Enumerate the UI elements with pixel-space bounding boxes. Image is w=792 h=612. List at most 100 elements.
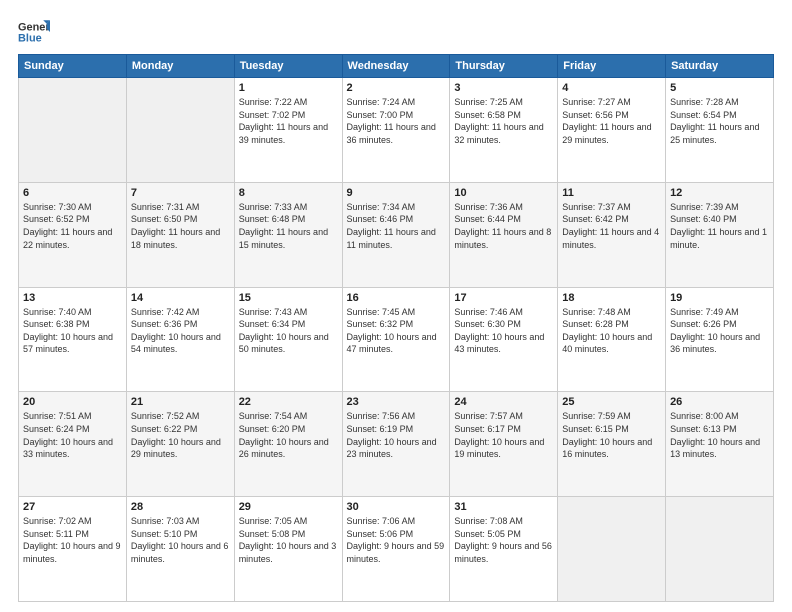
day-number: 20 xyxy=(23,396,122,408)
calendar-cell: 2 Sunrise: 7:24 AM Sunset: 7:00 PM Daylig… xyxy=(342,78,450,183)
calendar-cell: 11Sunrise: 7:37 AM Sunset: 6:42 PM Dayli… xyxy=(558,182,666,287)
day-info: Sunrise: 7:03 AM Sunset: 5:10 PM Dayligh… xyxy=(131,515,230,565)
calendar-cell: 6 Sunrise: 7:30 AM Sunset: 6:52 PM Daylig… xyxy=(19,182,127,287)
calendar-cell: 30Sunrise: 7:06 AM Sunset: 5:06 PM Dayli… xyxy=(342,497,450,602)
calendar-header-friday: Friday xyxy=(558,55,666,78)
day-info: Sunrise: 7:36 AM Sunset: 6:44 PM Dayligh… xyxy=(454,201,553,251)
day-info: Sunrise: 7:59 AM Sunset: 6:15 PM Dayligh… xyxy=(562,410,661,460)
day-info: Sunrise: 7:08 AM Sunset: 5:05 PM Dayligh… xyxy=(454,515,553,565)
calendar-cell: 22Sunrise: 7:54 AM Sunset: 6:20 PM Dayli… xyxy=(234,392,342,497)
day-info: Sunrise: 7:56 AM Sunset: 6:19 PM Dayligh… xyxy=(347,410,446,460)
calendar-cell: 10 Sunrise: 7:36 AM Sunset: 6:44 PM Dayli… xyxy=(450,182,558,287)
day-info: Sunrise: 7:02 AM Sunset: 5:11 PM Dayligh… xyxy=(23,515,122,565)
calendar-cell xyxy=(126,78,234,183)
day-info: Sunrise: 7:57 AM Sunset: 6:17 PM Dayligh… xyxy=(454,410,553,460)
logo: General Blue xyxy=(18,18,54,46)
calendar-cell: 7 Sunrise: 7:31 AM Sunset: 6:50 PM Daylig… xyxy=(126,182,234,287)
calendar-header-row: SundayMondayTuesdayWednesdayThursdayFrid… xyxy=(19,55,774,78)
calendar-cell: 12 Sunrise: 7:39 AM Sunset: 6:40 PM Dayli… xyxy=(666,182,774,287)
day-number: 5 xyxy=(670,82,769,94)
day-info: Sunrise: 7:39 AM Sunset: 6:40 PM Dayligh… xyxy=(670,201,769,251)
calendar-cell: 19 Sunrise: 7:49 AM Sunset: 6:26 PM Dayli… xyxy=(666,287,774,392)
day-number: 24 xyxy=(454,396,553,408)
calendar-cell: 24 Sunrise: 7:57 AM Sunset: 6:17 PM Dayli… xyxy=(450,392,558,497)
day-number: 11 xyxy=(562,187,661,199)
day-number: 28 xyxy=(131,501,230,513)
day-info: Sunrise: 7:48 AM Sunset: 6:28 PM Dayligh… xyxy=(562,306,661,356)
day-info: Sunrise: 7:05 AM Sunset: 5:08 PM Dayligh… xyxy=(239,515,338,565)
svg-text:Blue: Blue xyxy=(18,32,42,44)
day-info: Sunrise: 7:22 AM Sunset: 7:02 PM Dayligh… xyxy=(239,96,338,146)
day-info: Sunrise: 7:27 AM Sunset: 6:56 PM Dayligh… xyxy=(562,96,661,146)
day-info: Sunrise: 7:40 AM Sunset: 6:38 PM Dayligh… xyxy=(23,306,122,356)
day-number: 27 xyxy=(23,501,122,513)
calendar-cell: 8Sunrise: 7:33 AM Sunset: 6:48 PM Daylig… xyxy=(234,182,342,287)
calendar-week-row: 13Sunrise: 7:40 AM Sunset: 6:38 PM Dayli… xyxy=(19,287,774,392)
day-number: 31 xyxy=(454,501,553,513)
logo-icon: General Blue xyxy=(18,18,50,46)
header: General Blue xyxy=(18,18,774,46)
calendar-header-sunday: Sunday xyxy=(19,55,127,78)
day-info: Sunrise: 7:42 AM Sunset: 6:36 PM Dayligh… xyxy=(131,306,230,356)
calendar-week-row: 6 Sunrise: 7:30 AM Sunset: 6:52 PM Daylig… xyxy=(19,182,774,287)
calendar-week-row: 27 Sunrise: 7:02 AM Sunset: 5:11 PM Dayli… xyxy=(19,497,774,602)
day-number: 19 xyxy=(670,292,769,304)
day-number: 14 xyxy=(131,292,230,304)
calendar-cell xyxy=(666,497,774,602)
calendar-cell: 16 Sunrise: 7:45 AM Sunset: 6:32 PM Dayli… xyxy=(342,287,450,392)
day-number: 10 xyxy=(454,187,553,199)
calendar-header-thursday: Thursday xyxy=(450,55,558,78)
calendar-cell: 21 Sunrise: 7:52 AM Sunset: 6:22 PM Dayli… xyxy=(126,392,234,497)
day-number: 29 xyxy=(239,501,338,513)
day-number: 16 xyxy=(347,292,446,304)
day-info: Sunrise: 7:49 AM Sunset: 6:26 PM Dayligh… xyxy=(670,306,769,356)
day-info: Sunrise: 7:25 AM Sunset: 6:58 PM Dayligh… xyxy=(454,96,553,146)
calendar-header-wednesday: Wednesday xyxy=(342,55,450,78)
day-number: 30 xyxy=(347,501,446,513)
calendar-week-row: 1 Sunrise: 7:22 AM Sunset: 7:02 PM Daylig… xyxy=(19,78,774,183)
calendar-cell: 5 Sunrise: 7:28 AM Sunset: 6:54 PM Daylig… xyxy=(666,78,774,183)
day-info: Sunrise: 8:00 AM Sunset: 6:13 PM Dayligh… xyxy=(670,410,769,460)
day-info: Sunrise: 7:46 AM Sunset: 6:30 PM Dayligh… xyxy=(454,306,553,356)
calendar-cell: 13Sunrise: 7:40 AM Sunset: 6:38 PM Dayli… xyxy=(19,287,127,392)
calendar-cell: 14 Sunrise: 7:42 AM Sunset: 6:36 PM Dayli… xyxy=(126,287,234,392)
day-number: 7 xyxy=(131,187,230,199)
calendar-header-monday: Monday xyxy=(126,55,234,78)
calendar-cell: 1 Sunrise: 7:22 AM Sunset: 7:02 PM Daylig… xyxy=(234,78,342,183)
calendar-cell: 29 Sunrise: 7:05 AM Sunset: 5:08 PM Dayli… xyxy=(234,497,342,602)
day-number: 15 xyxy=(239,292,338,304)
calendar-cell: 17Sunrise: 7:46 AM Sunset: 6:30 PM Dayli… xyxy=(450,287,558,392)
day-number: 6 xyxy=(23,187,122,199)
day-number: 3 xyxy=(454,82,553,94)
calendar-week-row: 20 Sunrise: 7:51 AM Sunset: 6:24 PM Dayli… xyxy=(19,392,774,497)
day-info: Sunrise: 7:43 AM Sunset: 6:34 PM Dayligh… xyxy=(239,306,338,356)
calendar-cell xyxy=(558,497,666,602)
calendar-cell: 9 Sunrise: 7:34 AM Sunset: 6:46 PM Daylig… xyxy=(342,182,450,287)
day-number: 21 xyxy=(131,396,230,408)
calendar-cell: 18 Sunrise: 7:48 AM Sunset: 6:28 PM Dayli… xyxy=(558,287,666,392)
calendar-cell: 28 Sunrise: 7:03 AM Sunset: 5:10 PM Dayli… xyxy=(126,497,234,602)
day-info: Sunrise: 7:30 AM Sunset: 6:52 PM Dayligh… xyxy=(23,201,122,251)
calendar-cell: 31 Sunrise: 7:08 AM Sunset: 5:05 PM Dayli… xyxy=(450,497,558,602)
calendar-cell: 25 Sunrise: 7:59 AM Sunset: 6:15 PM Dayli… xyxy=(558,392,666,497)
day-number: 4 xyxy=(562,82,661,94)
day-info: Sunrise: 7:28 AM Sunset: 6:54 PM Dayligh… xyxy=(670,96,769,146)
day-info: Sunrise: 7:33 AM Sunset: 6:48 PM Dayligh… xyxy=(239,201,338,251)
day-info: Sunrise: 7:24 AM Sunset: 7:00 PM Dayligh… xyxy=(347,96,446,146)
day-info: Sunrise: 7:51 AM Sunset: 6:24 PM Dayligh… xyxy=(23,410,122,460)
day-info: Sunrise: 7:31 AM Sunset: 6:50 PM Dayligh… xyxy=(131,201,230,251)
calendar-cell: 23 Sunrise: 7:56 AM Sunset: 6:19 PM Dayli… xyxy=(342,392,450,497)
day-number: 12 xyxy=(670,187,769,199)
day-info: Sunrise: 7:34 AM Sunset: 6:46 PM Dayligh… xyxy=(347,201,446,251)
day-number: 1 xyxy=(239,82,338,94)
day-number: 9 xyxy=(347,187,446,199)
day-number: 26 xyxy=(670,396,769,408)
day-info: Sunrise: 7:45 AM Sunset: 6:32 PM Dayligh… xyxy=(347,306,446,356)
day-number: 23 xyxy=(347,396,446,408)
day-number: 2 xyxy=(347,82,446,94)
day-number: 25 xyxy=(562,396,661,408)
day-number: 18 xyxy=(562,292,661,304)
day-info: Sunrise: 7:52 AM Sunset: 6:22 PM Dayligh… xyxy=(131,410,230,460)
day-number: 22 xyxy=(239,396,338,408)
calendar-cell: 20 Sunrise: 7:51 AM Sunset: 6:24 PM Dayli… xyxy=(19,392,127,497)
